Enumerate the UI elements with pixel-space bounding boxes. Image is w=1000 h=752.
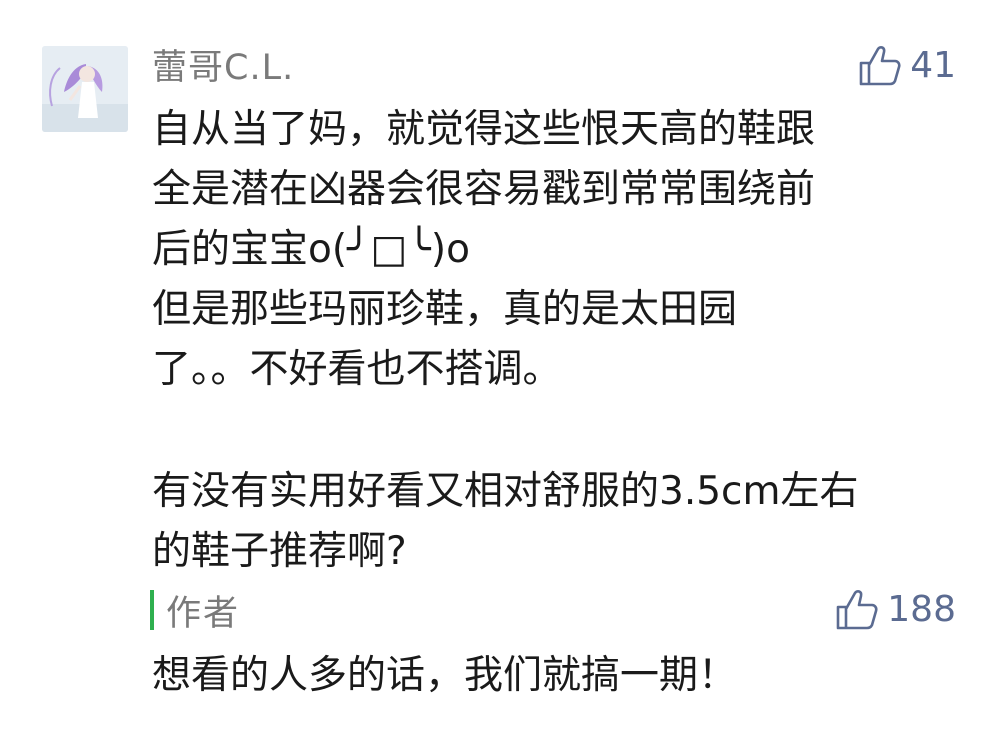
- comment-card: 蕾哥C.L. 41 自从当了妈，就觉得这些恨天高的鞋跟 全是潜在凶器会很容易戳到…: [0, 0, 1000, 752]
- comment-like-count: 41: [910, 45, 956, 86]
- reply-like-button[interactable]: 188: [835, 588, 956, 632]
- comment-like-button[interactable]: 41: [858, 44, 956, 88]
- thumb-up-icon: [859, 46, 901, 86]
- comment-text-line: 的鞋子推荐啊?: [152, 529, 407, 574]
- comment-body: 自从当了妈，就觉得这些恨天高的鞋跟 全是潜在凶器会很容易戳到常常围绕前 后的宝宝…: [152, 100, 972, 582]
- comment-text-line: 全是潜在凶器会很容易戳到常常围绕前: [152, 167, 816, 212]
- comment-blank-line: [152, 400, 972, 462]
- reply-like-count: 188: [887, 589, 956, 630]
- reply-author-label: 作者: [166, 593, 241, 634]
- comment-text-line: 自从当了妈，就觉得这些恨天高的鞋跟: [152, 107, 816, 152]
- avatar-girl-icon: [42, 46, 128, 132]
- avatar[interactable]: [42, 46, 128, 132]
- comment-text-line: 但是那些玛丽珍鞋，真的是太田园: [152, 287, 738, 332]
- reply-author: 作者: [150, 588, 240, 634]
- comment-text-line: 了。。不好看也不搭调。: [152, 347, 562, 392]
- comment-username[interactable]: 蕾哥C.L.: [152, 46, 294, 90]
- reply-text: 想看的人多的话，我们就搞一期！: [152, 653, 738, 698]
- comment-text-line: 有没有实用好看又相对舒服的3.5cm左右: [152, 469, 859, 514]
- thumb-up-icon: [836, 590, 878, 630]
- comment-text-line: 后的宝宝o(╯□╰)o: [152, 227, 470, 272]
- reply-indicator-bar: [150, 590, 154, 630]
